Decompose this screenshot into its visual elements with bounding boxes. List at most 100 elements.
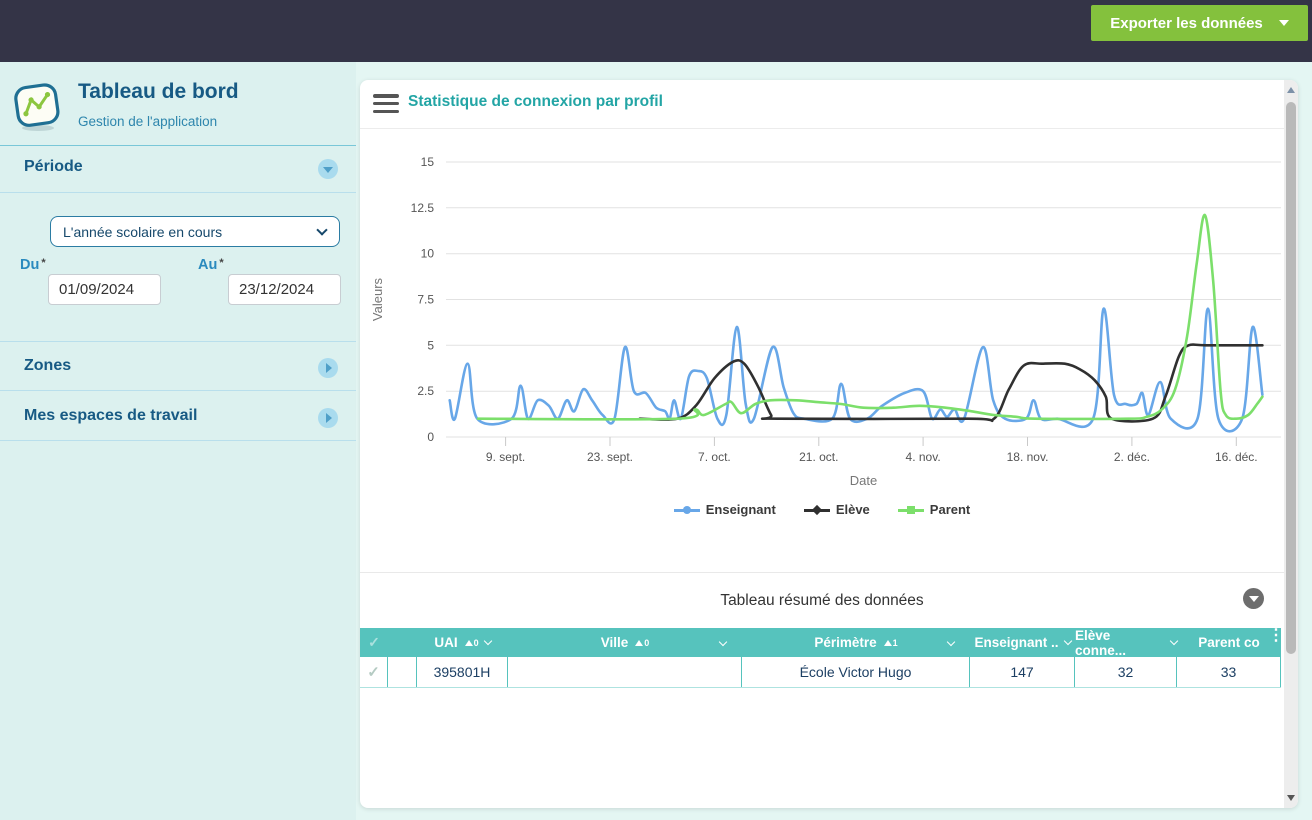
dashboard-app-icon bbox=[14, 82, 64, 132]
svg-text:16. déc.: 16. déc. bbox=[1215, 450, 1258, 464]
select-all-column-header[interactable]: ✓ bbox=[360, 628, 388, 657]
chevron-down-icon bbox=[1278, 20, 1289, 26]
column-header-perimetre[interactable]: Périmètre 1 bbox=[742, 628, 970, 657]
svg-text:7.5: 7.5 bbox=[417, 293, 434, 307]
connection-statistics-chart: 0 2.5 5 7.5 10 12.5 15 9. sept. 23. sept. 7. oct.… bbox=[370, 155, 1281, 488]
svg-text:Valeurs: Valeurs bbox=[370, 277, 385, 321]
legend-item-parent[interactable]: Parent bbox=[897, 502, 971, 517]
svg-text:18. nov.: 18. nov. bbox=[1007, 450, 1049, 464]
check-icon: ✓ bbox=[368, 634, 380, 650]
svg-text:2.5: 2.5 bbox=[417, 384, 434, 398]
column-header-enseignant[interactable]: Enseignant .. bbox=[970, 628, 1075, 657]
cell-eleve: 32 bbox=[1075, 657, 1177, 687]
date-to-input[interactable] bbox=[228, 274, 341, 305]
required-asterisk: * bbox=[41, 257, 46, 269]
sort-order: 1 bbox=[892, 637, 898, 648]
sort-asc-icon bbox=[464, 639, 473, 646]
table-row[interactable]: ✓ 395801H École Victor Hugo 147 32 33 bbox=[360, 657, 1281, 688]
sort-asc-icon bbox=[635, 639, 644, 646]
filter-chevron-icon[interactable] bbox=[946, 637, 956, 647]
svg-text:15: 15 bbox=[421, 155, 435, 169]
chevron-right-icon bbox=[326, 413, 332, 423]
divider bbox=[0, 341, 356, 342]
chart-legend: Enseignant Elève Parent bbox=[360, 502, 1284, 517]
export-data-button[interactable]: Exporter les données bbox=[1091, 5, 1308, 41]
section-zones-label: Zones bbox=[24, 357, 72, 374]
legend-label: Enseignant bbox=[705, 502, 776, 517]
divider bbox=[0, 440, 356, 441]
scrollbar-thumb[interactable] bbox=[1286, 102, 1296, 654]
chevron-down-icon bbox=[1248, 596, 1259, 602]
row-spacer-cell bbox=[388, 657, 417, 687]
cell-uai: 395801H bbox=[417, 657, 508, 687]
legend-item-elve[interactable]: Elève bbox=[803, 502, 870, 517]
main-panel: Statistique de connexion par profil 0 2.5… bbox=[360, 80, 1298, 808]
filter-chevron-icon[interactable] bbox=[483, 636, 492, 646]
table-header-row: ✓ UAI 0 Ville 0 Périmètre 1 Enseignant .… bbox=[360, 628, 1284, 658]
export-data-label: Exporter les données bbox=[1110, 14, 1263, 32]
sort-order: 0 bbox=[473, 637, 479, 648]
divider bbox=[0, 192, 356, 193]
check-icon: ✓ bbox=[367, 664, 380, 681]
section-espaces-toggle[interactable] bbox=[318, 408, 338, 428]
column-header-eleve[interactable]: Elève conne... bbox=[1075, 628, 1179, 658]
date-from-input[interactable] bbox=[48, 274, 161, 305]
filter-chevron-icon[interactable] bbox=[1063, 636, 1072, 646]
svg-text:23. sept.: 23. sept. bbox=[587, 450, 633, 464]
table-collapse-button[interactable] bbox=[1243, 588, 1264, 609]
legend-item-enseignant[interactable]: Enseignant bbox=[673, 502, 776, 517]
sort-order: 0 bbox=[644, 637, 650, 648]
spacer-column-header bbox=[388, 628, 417, 657]
svg-text:2. déc.: 2. déc. bbox=[1114, 450, 1150, 464]
divider bbox=[360, 128, 1284, 129]
svg-text:4. nov.: 4. nov. bbox=[906, 450, 941, 464]
sort-asc-icon bbox=[883, 639, 892, 646]
svg-text:9. sept.: 9. sept. bbox=[486, 450, 525, 464]
section-periode-label: Période bbox=[24, 158, 83, 175]
cell-enseignant: 147 bbox=[970, 657, 1075, 687]
filter-chevron-icon[interactable] bbox=[718, 637, 728, 647]
svg-text:7. oct.: 7. oct. bbox=[698, 450, 731, 464]
legend-marker-icon bbox=[803, 504, 830, 515]
column-menu-icon[interactable]: ⋮ bbox=[1268, 628, 1284, 644]
du-label: Du * bbox=[20, 257, 46, 273]
row-select-cell[interactable]: ✓ bbox=[360, 657, 388, 687]
svg-text:5: 5 bbox=[427, 338, 434, 352]
top-bar: Exporter les données bbox=[0, 0, 1312, 62]
page-title: Tableau de bord bbox=[78, 80, 239, 103]
svg-text:12.5: 12.5 bbox=[411, 201, 435, 215]
svg-text:10: 10 bbox=[421, 247, 435, 261]
chevron-down-icon bbox=[323, 166, 333, 173]
svg-text:Date: Date bbox=[850, 473, 877, 488]
section-zones-toggle[interactable] bbox=[318, 358, 338, 378]
column-header-parent[interactable]: Parent co ⋮ bbox=[1177, 628, 1284, 657]
legend-label: Parent bbox=[929, 502, 971, 517]
periode-select[interactable]: L'année scolaire en cours bbox=[50, 216, 340, 247]
table-title: Tableau résumé des données bbox=[720, 592, 924, 609]
chart-title: Statistique de connexion par profil bbox=[408, 93, 663, 110]
panel-scrollbar[interactable] bbox=[1284, 80, 1298, 808]
scroll-down-icon[interactable] bbox=[1287, 795, 1295, 801]
page-subtitle: Gestion de l'application bbox=[78, 114, 218, 129]
sidebar: Tableau de bord Gestion de l'application… bbox=[0, 62, 356, 820]
divider bbox=[360, 572, 1284, 573]
legend-marker-icon bbox=[673, 505, 700, 515]
required-asterisk: * bbox=[219, 257, 224, 269]
svg-text:21. oct.: 21. oct. bbox=[799, 450, 838, 464]
cell-ville bbox=[508, 657, 742, 687]
divider bbox=[0, 145, 356, 146]
legend-marker-icon bbox=[897, 505, 924, 515]
column-header-uai[interactable]: UAI 0 bbox=[417, 628, 508, 657]
section-espaces-label: Mes espaces de travail bbox=[24, 407, 198, 424]
column-header-ville[interactable]: Ville 0 bbox=[508, 628, 742, 657]
chevron-right-icon bbox=[326, 363, 332, 373]
svg-text:0: 0 bbox=[427, 430, 434, 444]
chart-menu-icon[interactable] bbox=[373, 94, 399, 113]
section-periode-toggle[interactable] bbox=[318, 159, 338, 179]
scroll-up-icon[interactable] bbox=[1287, 87, 1295, 93]
cell-perimetre: École Victor Hugo bbox=[742, 657, 970, 687]
au-label: Au * bbox=[198, 257, 224, 273]
divider bbox=[0, 390, 356, 391]
legend-label: Elève bbox=[835, 502, 870, 517]
cell-parent: 33 bbox=[1177, 657, 1281, 687]
